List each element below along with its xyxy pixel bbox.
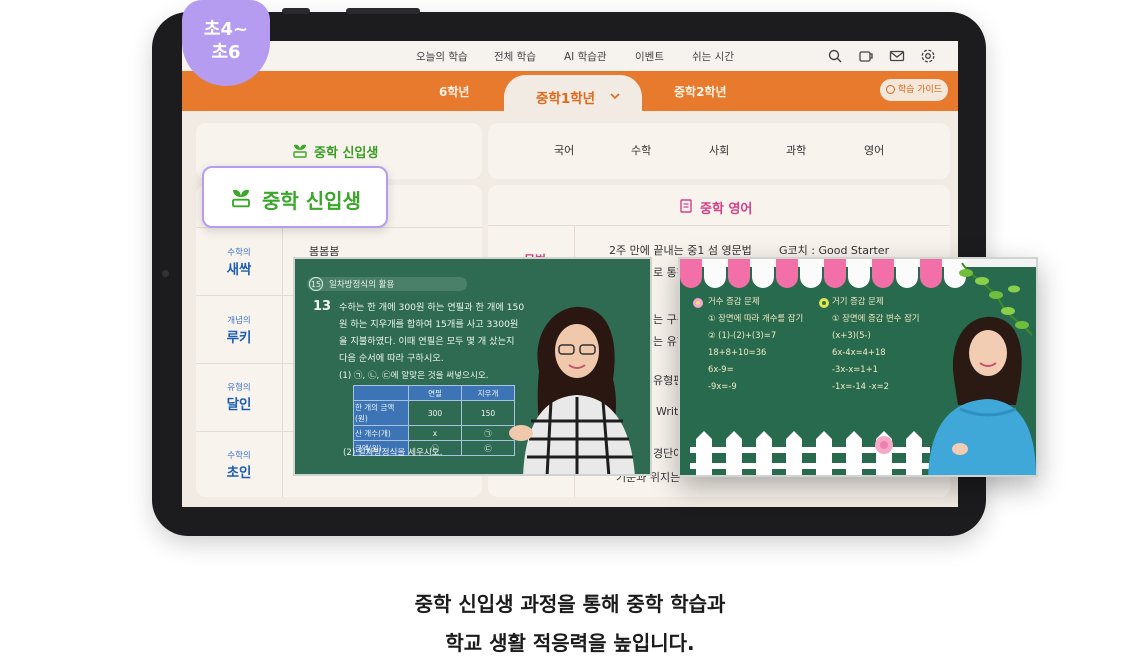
english-course-title[interactable]: 2주 만에 끝내는 중1 섬 영문법: [609, 242, 752, 258]
row-label: 루키: [226, 330, 252, 346]
math-lecture-video[interactable]: 15 일차방정식의 활용 13 수하는 한 개에 300원 하는 연필과 한 개…: [293, 257, 652, 476]
tab-korean[interactable]: 국어: [554, 142, 574, 158]
book-icon: [680, 199, 692, 213]
row-label: 새싹: [226, 262, 252, 278]
study-guide-button[interactable]: 학습 가이드: [880, 79, 948, 101]
camera-dot: [162, 270, 169, 277]
flower-icon: [693, 298, 703, 308]
row-sublabel: 유형의: [227, 383, 251, 393]
lesson-header: 일차방정식의 활용: [329, 280, 395, 290]
board-line: ① 장면에 따라 개수를 잡기: [708, 313, 804, 323]
sub-question-2: (2) 일차방정식을 세우시오.: [343, 448, 443, 458]
guide-icon: [885, 85, 895, 94]
board-line: 거수 증감 문제: [708, 296, 760, 306]
chalkboard-lecture-video[interactable]: 거수 증감 문제 ① 장면에 따라 개수를 잡기 ② (1)-(2)+(3)=7…: [678, 257, 1038, 477]
board-line: -9x=-9: [708, 381, 737, 391]
grade-badge-line1: 초4~: [203, 19, 249, 40]
course-row-master[interactable]: 유형의 달인: [224, 381, 254, 413]
board-line: -1x=-14 -x=2: [832, 381, 889, 391]
grade-badge-line2: 초6: [211, 42, 241, 63]
board-line: 6x-4x=4+18: [832, 347, 886, 357]
table-header: 연필: [408, 385, 462, 401]
board-line: ② (1)-(2)+(3)=7: [708, 330, 777, 340]
table-cell: 한 개의 금액(원): [353, 400, 409, 426]
search-icon[interactable]: [827, 48, 843, 64]
course-row-superhuman[interactable]: 수학의 초인: [224, 449, 254, 481]
freshman-title: 중학 신입생: [314, 146, 379, 161]
grade-tab-bar: 6학년 중학1학년 중학2학년 학습 가이드: [182, 71, 958, 115]
board-left-notes: 거수 증감 문제 ① 장면에 따라 개수를 잡기 ② (1)-(2)+(3)=7…: [708, 293, 803, 395]
flower-icon: [819, 298, 829, 308]
tab-grade-6[interactable]: 6학년: [439, 83, 469, 100]
nav-break[interactable]: 쉬는 시간: [692, 49, 734, 64]
tab-middle-1[interactable]: 중학1학년: [504, 75, 642, 115]
sub-question-1: (1) ㉠, ㉡, ㉢에 알맞은 것을 써넣으시오.: [339, 371, 489, 381]
nav-event[interactable]: 이벤트: [635, 49, 664, 64]
table-cell: x: [408, 425, 462, 441]
nav-all[interactable]: 전체 학습: [494, 49, 536, 64]
row-sublabel: 수학의: [227, 451, 251, 461]
problem-number: 13: [313, 299, 332, 314]
chevron-down-icon: [610, 93, 620, 100]
row-sublabel: 개념의: [227, 316, 251, 326]
row-label: 초인: [226, 465, 252, 481]
lesson-number-icon: 15: [309, 277, 323, 291]
nav-ai[interactable]: AI 학습관: [564, 49, 607, 64]
board-line: -3x-x=1+1: [832, 364, 878, 374]
tab-math[interactable]: 수학: [631, 142, 651, 158]
mail-icon[interactable]: [889, 48, 905, 64]
sprout-icon: [293, 144, 307, 158]
board-right-notes: 거기 증감 문제 ① 장면에 증감 변수 잡기 (x+3)(5-) 6x-4x=…: [832, 293, 920, 395]
table-header: [353, 385, 409, 401]
sprout-icon: [232, 189, 250, 208]
tablet-button: [346, 8, 420, 14]
row-sublabel: 수학의: [227, 248, 251, 258]
board-line: 거기 증감 문제: [832, 296, 884, 306]
board-line: 6x-9=: [708, 364, 734, 374]
course-row-rookie[interactable]: 개념의 루키: [224, 314, 254, 346]
teacher-figure: [509, 306, 635, 474]
table-cell: 산 개수(개): [353, 425, 409, 441]
row-label: 달인: [226, 397, 252, 413]
callout-label: 중학 신입생: [262, 189, 361, 213]
board-line: (x+3)(5-): [832, 330, 871, 340]
english-teacher: G코치 : Good Starter: [779, 244, 890, 257]
tab-science[interactable]: 과학: [786, 142, 806, 158]
tablet-button: [282, 8, 310, 14]
tab-social[interactable]: 사회: [709, 142, 729, 158]
tab-middle-2[interactable]: 중학2학년: [674, 83, 727, 100]
top-nav: T 오늘의 학습 전체 학습 AI 학습관 이벤트 쉬는 시간: [182, 41, 958, 71]
teacher-figure: [928, 316, 1036, 475]
gear-icon[interactable]: [920, 48, 936, 64]
board-line: 18+8+10=36: [708, 347, 767, 357]
nav-today[interactable]: 오늘의 학습: [416, 49, 468, 64]
english-partial-text: Writ: [656, 405, 679, 418]
english-title: 중학 영어: [700, 202, 753, 217]
table-cell: 300: [408, 400, 462, 426]
course-row-sprout[interactable]: 수학의 새싹: [224, 246, 254, 278]
study-guide-label: 학습 가이드: [897, 85, 943, 95]
freshman-callout: 중학 신입생: [202, 166, 388, 228]
grade-badge: 초4~ 초6: [182, 0, 270, 86]
board-line: ① 장면에 증감 변수 잡기: [832, 313, 920, 323]
cup-icon[interactable]: [858, 48, 874, 64]
tab-middle-1-label: 중학1학년: [536, 91, 596, 107]
caption-line-1: 중학 신입생 과정을 통해 중학 학습과: [414, 592, 726, 616]
tab-english[interactable]: 영어: [864, 142, 884, 158]
picket-fence: [690, 431, 930, 475]
